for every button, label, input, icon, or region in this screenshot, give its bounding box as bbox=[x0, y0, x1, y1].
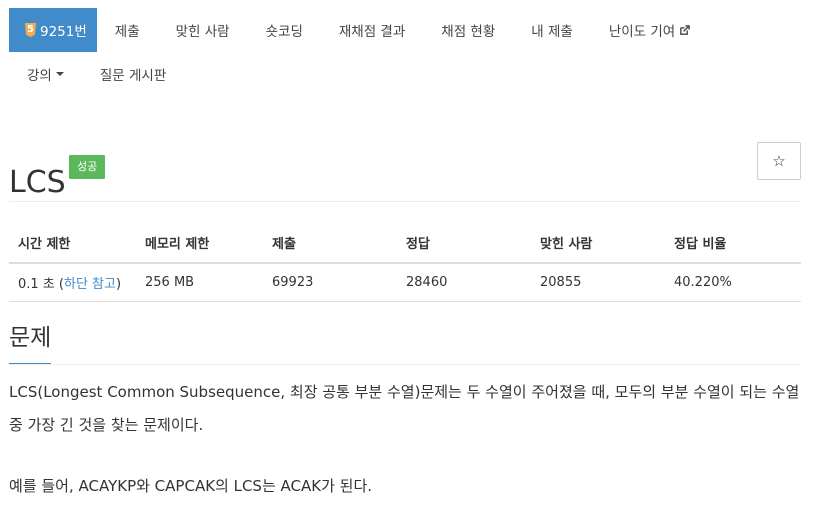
tab-problem[interactable]: 5 9251번 bbox=[9, 8, 97, 52]
tab-short-coding[interactable]: 숏코딩 bbox=[248, 8, 321, 52]
tab-difficulty-contribution[interactable]: 난이도 기여 bbox=[591, 8, 708, 52]
cell-time-limit: 0.1 초 (하단 참고) bbox=[9, 263, 136, 302]
header-memory-limit: 메모리 제한 bbox=[136, 222, 263, 264]
title-row: LCS 성공 ☆ bbox=[9, 140, 801, 200]
cell-ratio: 40.220% bbox=[665, 263, 801, 302]
problem-info-table: 시간 제한 메모리 제한 제출 정답 맞힌 사람 정답 비율 0.1 초 (하단… bbox=[9, 222, 801, 302]
page-title: LCS bbox=[9, 165, 66, 201]
favorite-star-button[interactable]: ☆ bbox=[757, 142, 801, 180]
problem-example-paragraph: 예를 들어, ACAYKP와 CAPCAK의 LCS는 ACAK가 된다. bbox=[9, 477, 373, 495]
cell-submissions: 69923 bbox=[263, 263, 397, 302]
html5-icon: 5 bbox=[25, 23, 36, 37]
table-row: 0.1 초 (하단 참고) 256 MB 69923 28460 20855 4… bbox=[9, 263, 801, 302]
header-ratio: 정답 비율 bbox=[665, 222, 801, 264]
nav-row-1: 5 9251번 제출 맞힌 사람 숏코딩 재채점 결과 채점 현황 내 제출 난… bbox=[9, 8, 809, 52]
tab-qna-board[interactable]: 질문 게시판 bbox=[82, 52, 184, 96]
cell-memory-limit: 256 MB bbox=[136, 263, 263, 302]
tab-rejudge-results[interactable]: 재채점 결과 bbox=[321, 8, 423, 52]
tab-problem-label: 9251번 bbox=[40, 24, 87, 40]
cell-accepted: 28460 bbox=[397, 263, 531, 302]
table-header-row: 시간 제한 메모리 제한 제출 정답 맞힌 사람 정답 비율 bbox=[9, 222, 801, 264]
tab-my-submissions[interactable]: 내 제출 bbox=[513, 8, 591, 52]
problem-nav: 5 9251번 제출 맞힌 사람 숏코딩 재채점 결과 채점 현황 내 제출 난… bbox=[9, 8, 809, 96]
header-accepted: 정답 bbox=[397, 222, 531, 264]
tab-lecture-label: 강의 bbox=[27, 68, 52, 84]
header-solvers: 맞힌 사람 bbox=[531, 222, 665, 264]
header-submissions: 제출 bbox=[263, 222, 397, 264]
time-limit-value: 0.1 초 ( bbox=[18, 277, 64, 292]
caret-down-icon bbox=[55, 72, 64, 76]
tab-difficulty-label: 난이도 기여 bbox=[608, 24, 676, 40]
time-limit-note-link[interactable]: 하단 참고 bbox=[64, 277, 116, 292]
section-title: 문제 bbox=[9, 322, 52, 364]
star-icon: ☆ bbox=[772, 152, 786, 170]
problem-section-header: 문제 bbox=[9, 322, 801, 365]
tab-submit[interactable]: 제출 bbox=[97, 8, 158, 52]
problem-description-paragraph: LCS(Longest Common Subsequence, 최장 공통 부분… bbox=[9, 383, 800, 434]
status-badge: 성공 bbox=[69, 155, 106, 179]
external-link-icon bbox=[680, 24, 691, 35]
cell-solvers: 20855 bbox=[531, 263, 665, 302]
header-time-limit: 시간 제한 bbox=[9, 222, 136, 264]
tab-solvers[interactable]: 맞힌 사람 bbox=[158, 8, 248, 52]
tab-lecture-dropdown[interactable]: 강의 bbox=[9, 52, 82, 96]
time-limit-close: ) bbox=[115, 277, 122, 292]
tab-status[interactable]: 채점 현황 bbox=[423, 8, 513, 52]
nav-row-2: 강의 질문 게시판 bbox=[9, 52, 809, 96]
divider bbox=[9, 201, 801, 202]
